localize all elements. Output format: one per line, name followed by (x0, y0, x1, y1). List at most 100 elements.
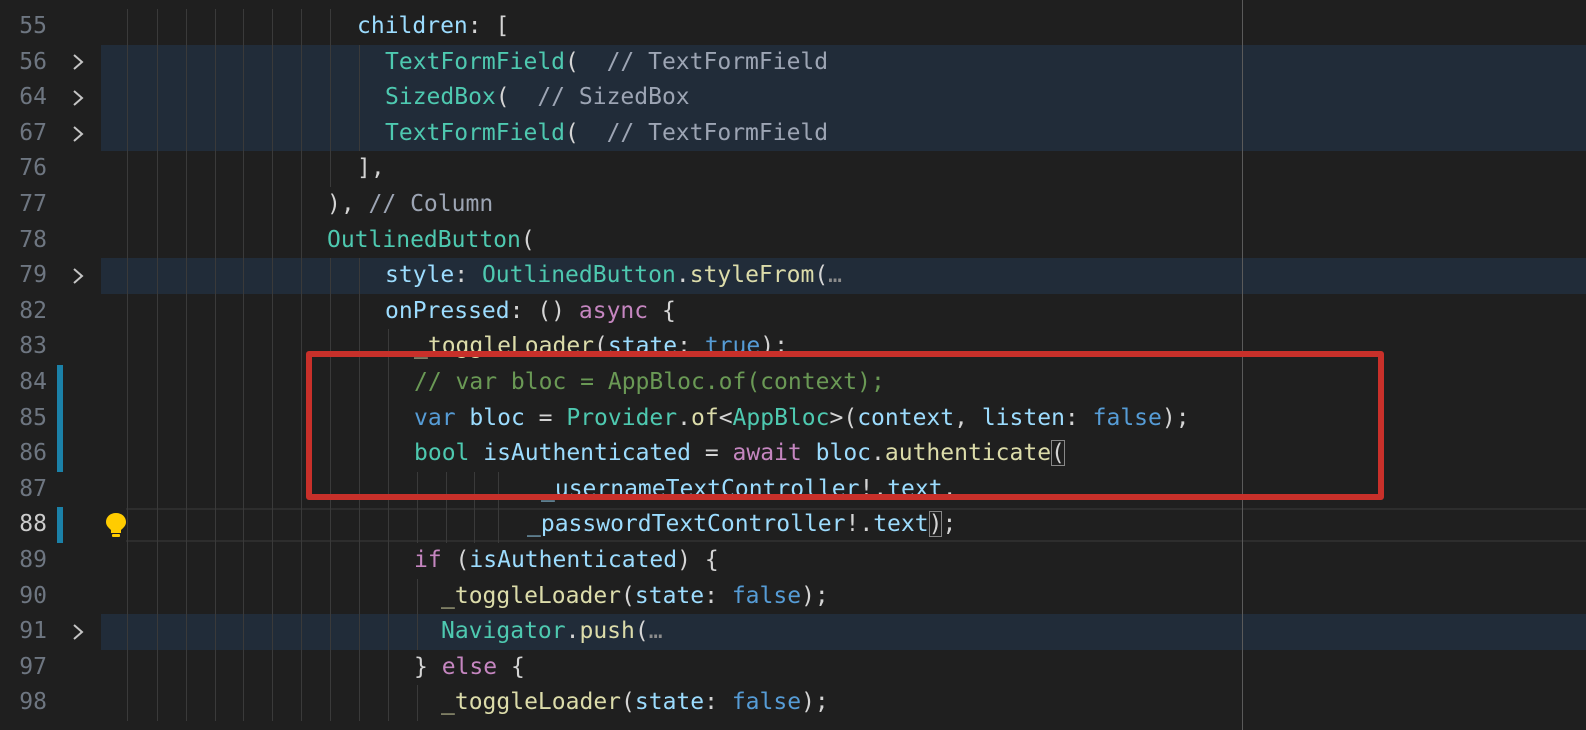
git-modified-indicator[interactable] (57, 436, 63, 472)
code-text[interactable]: children: [ (357, 9, 509, 45)
indent-guide (157, 258, 158, 294)
indent-guide (359, 44, 360, 81)
code-token: { (648, 297, 676, 324)
indent-guide (127, 471, 128, 508)
indent-guide (272, 400, 273, 437)
indent-guide (272, 436, 273, 472)
code-token: styleFrom (689, 262, 815, 289)
indent-guide (243, 80, 244, 116)
indent-guide (272, 329, 273, 365)
indent-guide (243, 9, 244, 45)
code-text[interactable]: style: OutlinedButton.styleFrom(… (385, 258, 842, 294)
code-text[interactable]: if (isAuthenticated) { (414, 543, 719, 579)
code-token: ) (928, 511, 943, 538)
code-text[interactable]: _toggleLoader(state: false); (441, 579, 829, 615)
indent-guide (186, 258, 187, 294)
git-modified-indicator[interactable] (57, 365, 63, 401)
indent-guide (186, 614, 187, 650)
indent-guide (272, 578, 273, 615)
indent-guide (127, 258, 128, 294)
code-text[interactable]: ], (357, 151, 385, 187)
code-line[interactable]: 97 } else { (0, 649, 1586, 686)
indent-guide (301, 471, 302, 508)
indent-guide (272, 187, 273, 223)
code-token: false (731, 689, 802, 716)
line-number: 67 (19, 119, 47, 146)
indent-guide (186, 222, 187, 259)
indent-guide (215, 258, 216, 294)
code-line[interactable]: 64 SizedBox( // SizedBox (0, 80, 1586, 116)
code-line[interactable]: 90 _toggleLoader(state: false); (0, 578, 1586, 615)
indent-guide (157, 578, 158, 615)
indent-guide (272, 471, 273, 508)
chevron-right-icon[interactable] (67, 116, 89, 152)
code-line[interactable]: 82 onPressed: () async { (0, 293, 1586, 330)
code-text[interactable]: _toggleLoader(state: false); (441, 685, 829, 721)
indent-guide (301, 685, 302, 721)
code-text[interactable]: OutlinedButton( (327, 223, 535, 259)
code-token: _toggleLoader (441, 689, 622, 716)
indent-guide (388, 685, 389, 721)
indent-guide (186, 293, 187, 330)
indent-guide (215, 115, 216, 152)
code-line[interactable]: 88 _passwordTextController!.text); (0, 507, 1586, 543)
indent-guide (417, 614, 418, 650)
chevron-right-icon[interactable] (67, 80, 89, 116)
code-text[interactable]: TextFormField( // TextFormField (385, 116, 828, 152)
indent-guide (330, 80, 331, 116)
indent-guide (417, 507, 418, 543)
indent-guide (301, 187, 302, 223)
indent-guide (157, 293, 158, 330)
indent-guide (272, 507, 273, 543)
lightbulb-icon[interactable] (103, 511, 129, 539)
code-line[interactable]: 91 Navigator.push(… (0, 614, 1586, 650)
code-token: children (357, 13, 468, 39)
code-line[interactable]: 56 TextFormField( // TextFormField (0, 44, 1586, 81)
indent-guide (157, 44, 158, 81)
code-line[interactable]: 89 if (isAuthenticated) { (0, 543, 1586, 579)
code-token: } (414, 653, 442, 680)
indent-guide (359, 80, 360, 116)
indent-guide (330, 649, 331, 686)
code-line[interactable]: 77), // Column (0, 187, 1586, 223)
chevron-right-icon[interactable] (67, 258, 89, 294)
code-token: ); (801, 582, 829, 609)
code-text[interactable]: TextFormField( // TextFormField (385, 45, 828, 81)
code-line[interactable]: 98 _toggleLoader(state: false); (0, 685, 1586, 721)
code-line[interactable]: 55 children: [ (0, 9, 1586, 45)
code-line[interactable]: 78 OutlinedButton( (0, 222, 1586, 259)
indent-guide (301, 80, 302, 116)
code-text[interactable]: Navigator.push(… (441, 614, 663, 650)
line-number: 97 (19, 653, 47, 680)
code-text[interactable]: _passwordTextController!.text); (527, 507, 956, 543)
indent-guide (157, 649, 158, 686)
code-text[interactable]: ), // Column (327, 187, 493, 223)
indent-guide (215, 614, 216, 650)
indent-guide (388, 649, 389, 686)
code-text[interactable]: SizedBox( // SizedBox (385, 80, 690, 116)
git-modified-indicator[interactable] (57, 507, 63, 543)
code-token: isAuthenticated (469, 547, 678, 573)
indent-guide (215, 222, 216, 259)
indent-guide (301, 436, 302, 472)
indent-guide (243, 614, 244, 650)
code-token: Navigator (441, 618, 566, 645)
code-text[interactable]: } else { (414, 650, 525, 686)
indent-guide (330, 151, 331, 187)
code-text[interactable]: onPressed: () async { (385, 294, 676, 330)
code-token: OutlinedButton (327, 226, 521, 253)
indent-guide (301, 222, 302, 259)
chevron-right-icon[interactable] (67, 45, 89, 81)
code-token: : (704, 689, 732, 716)
indent-guide (243, 151, 244, 187)
indent-guide (157, 436, 158, 472)
indent-guide (474, 507, 475, 543)
code-line[interactable]: 79 style: OutlinedButton.styleFrom(… (0, 258, 1586, 294)
indent-guide (157, 471, 158, 508)
code-line[interactable]: 76], (0, 151, 1586, 187)
git-modified-indicator[interactable] (57, 400, 63, 437)
indent-guide (301, 614, 302, 650)
code-line[interactable]: 67 TextFormField( // TextFormField (0, 115, 1586, 152)
chevron-right-icon[interactable] (67, 614, 89, 650)
line-number: 82 (19, 297, 47, 324)
